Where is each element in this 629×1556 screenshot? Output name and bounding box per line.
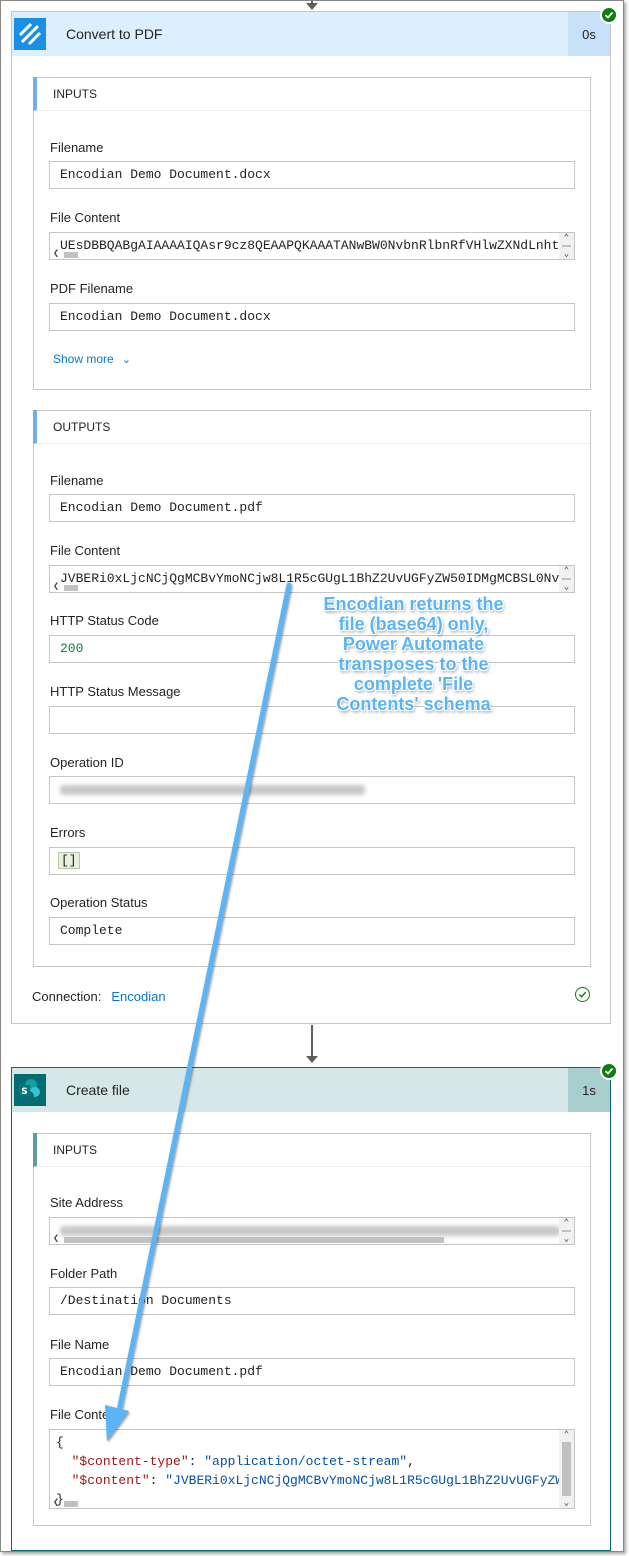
operation-id-field[interactable] <box>49 776 575 804</box>
create-inputs-title: INPUTS <box>33 1133 590 1167</box>
connection-ok-icon <box>575 987 590 1002</box>
convert-inputs-section: INPUTS Filename Encodian Demo Document.d… <box>33 77 591 390</box>
convert-to-pdf-card: Convert to PDF 0s INPUTS Filename Encodi… <box>11 6 618 1024</box>
output-filename-label: Filename <box>50 473 104 488</box>
json-hscrollbar[interactable]: ❮ <box>50 1499 558 1508</box>
connection-link[interactable]: Encodian <box>111 989 165 1004</box>
pdf-filename-label: PDF Filename <box>50 281 134 296</box>
json-val-content: "JVBERi0xLjcNCjQgMCBvYmoNCjw8L1R5cGUgL1B… <box>165 1473 575 1488</box>
operation-status-field[interactable]: Complete <box>49 917 575 945</box>
convert-outputs-title: OUTPUTS <box>33 410 590 444</box>
output-file-content-hscrollbar[interactable]: ❮ <box>50 583 558 592</box>
site-address-field[interactable]: ❮ ⌃ ⌄ <box>49 1217 575 1245</box>
success-check-icon <box>600 6 618 24</box>
connection-row: Connection: Encodian <box>32 989 166 1004</box>
annotation-line-4: transposes to the <box>338 654 489 674</box>
annotation-line-3: Power Automate <box>342 634 485 654</box>
operation-status-label: Operation Status <box>50 895 148 910</box>
create-inputs-section: INPUTS Site Address ❮ ⌃ ⌄ Folder Path /De… <box>33 1133 591 1526</box>
errors-label: Errors <box>50 825 86 840</box>
filename-field[interactable]: Encodian Demo Document.docx <box>49 161 575 189</box>
top-connector-arrow <box>306 3 318 10</box>
output-file-content-label: File Content <box>50 543 121 558</box>
site-address-vscrollbar[interactable]: ⌃ ⌄ <box>559 1218 574 1244</box>
filename-label: Filename <box>50 140 104 155</box>
create-file-card: S Create file 1s INPUTS Site Address ❮ ⌃… <box>11 1062 618 1551</box>
file-content-hscrollbar[interactable]: ❮ <box>50 250 558 259</box>
json-val-content-type: "application/octet-stream" <box>204 1454 408 1469</box>
pdf-filename-field[interactable]: Encodian Demo Document.docx <box>49 303 575 331</box>
middle-connector-arrow <box>306 1056 318 1063</box>
file-name-field[interactable]: Encodian Demo Document.pdf <box>49 1358 575 1386</box>
annotation-line-1: Encodian returns the <box>323 594 504 614</box>
annotation-line-5: complete 'File <box>353 674 474 694</box>
show-more-label: Show more <box>53 352 114 366</box>
folder-path-label: Folder Path <box>50 1266 118 1281</box>
file-content-vscrollbar[interactable]: ⌃ ⌄ <box>559 233 574 259</box>
create-file-content-field[interactable]: { "$content-type": "application/octet-st… <box>49 1429 575 1509</box>
site-address-hscrollbar[interactable]: ❮ <box>50 1235 558 1244</box>
encodian-icon <box>14 18 46 50</box>
chevron-down-icon: ⌄ <box>121 354 131 366</box>
annotation-line-6: Contents' schema <box>336 694 491 714</box>
errors-value: [] <box>58 852 80 869</box>
file-content-label: File Content <box>50 210 121 225</box>
output-file-content-vscrollbar[interactable]: ⌃ ⌄ <box>559 566 574 592</box>
output-file-content-field[interactable]: JVBERi0xLjcNCjQgMCBvYmoNCjw8L1R5cGUgL1Bh… <box>49 565 575 593</box>
convert-inputs-title: INPUTS <box>33 77 590 111</box>
create-card-title: Create file <box>66 1082 130 1098</box>
success-check-icon-2 <box>600 1062 618 1080</box>
site-address-label: Site Address <box>50 1195 123 1210</box>
http-status-message-label: HTTP Status Message <box>50 684 181 699</box>
json-vscrollbar[interactable]: ⌃ ⌄ <box>559 1430 574 1508</box>
annotation-callout: Encodian returns the file (base64) only,… <box>291 594 536 714</box>
file-name-label: File Name <box>50 1337 110 1352</box>
sharepoint-icon: S <box>14 1074 46 1106</box>
connection-label: Connection: <box>32 989 102 1004</box>
annotation-line-2: file (base64) only, <box>338 614 489 634</box>
operation-id-redacted <box>60 784 365 795</box>
svg-text:S: S <box>21 1087 27 1097</box>
output-filename-field[interactable]: Encodian Demo Document.pdf <box>49 494 575 522</box>
show-more-link[interactable]: Show more ⌄ <box>53 352 131 366</box>
screenshot-frame: Convert to PDF 0s INPUTS Filename Encodi… <box>0 0 624 1552</box>
json-key-content: "$content" <box>71 1473 150 1488</box>
json-line-content-type: "$content-type": "application/octet-stre… <box>71 1454 415 1469</box>
middle-connector <box>311 1025 313 1057</box>
operation-id-label: Operation ID <box>50 755 124 770</box>
json-key-content-type: "$content-type" <box>71 1454 189 1469</box>
json-open-brace: { <box>56 1435 64 1450</box>
folder-path-field[interactable]: /Destination Documents <box>49 1287 575 1315</box>
create-file-content-label: File Content <box>50 1407 121 1422</box>
json-line-content: "$content": "JVBERi0xLjcNCjQgMCBvYmoNCjw… <box>56 1471 574 1490</box>
convert-card-header[interactable]: Convert to PDF 0s <box>12 6 618 56</box>
create-card-header[interactable]: S Create file 1s <box>12 1062 618 1112</box>
http-status-code-label: HTTP Status Code <box>50 613 159 628</box>
file-content-field[interactable]: UEsDBBQABgAIAAAAIQAsr9cz8QEAAPQKAAATANwB… <box>49 232 575 260</box>
convert-card-title: Convert to PDF <box>66 26 163 42</box>
errors-field[interactable]: [] <box>49 847 575 875</box>
